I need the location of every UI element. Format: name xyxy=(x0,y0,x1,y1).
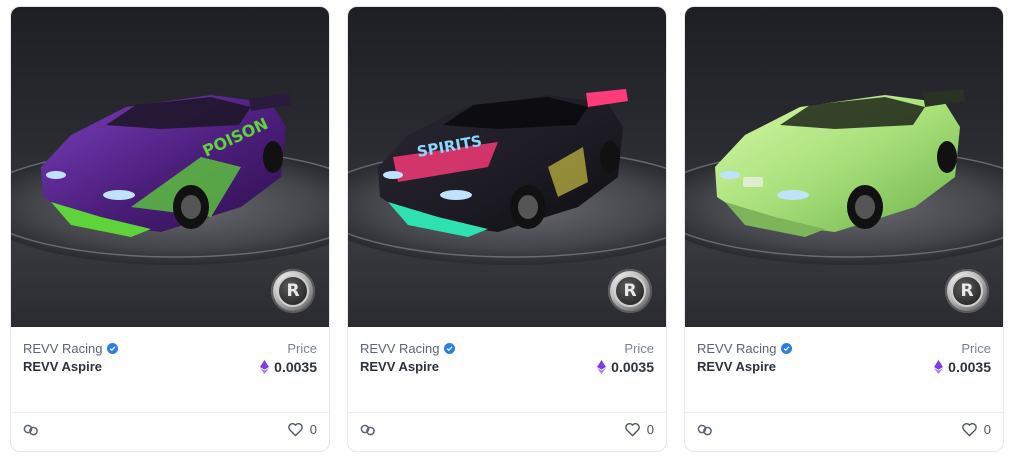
like-button[interactable]: 0 xyxy=(624,422,654,437)
collection-label[interactable]: REVV Racing xyxy=(23,341,102,356)
like-button[interactable]: 0 xyxy=(287,422,317,437)
nft-name[interactable]: REVV Aspire xyxy=(360,359,439,374)
card-footer: 0 xyxy=(348,411,666,451)
nft-image[interactable]: R xyxy=(685,7,1003,327)
nft-card[interactable]: R REVV Racing REVV Aspire Price 0.0035 0 xyxy=(684,6,1004,452)
heart-icon xyxy=(961,423,977,437)
nft-card[interactable]: SPIRITS R REVV Racing REVV Aspire Price … xyxy=(347,6,667,452)
collection-label[interactable]: REVV Racing xyxy=(697,341,776,356)
price-label: Price xyxy=(624,341,654,356)
revv-r-logo: R xyxy=(271,269,315,313)
card-footer: 0 xyxy=(11,411,329,451)
verified-check-icon xyxy=(781,343,793,354)
nft-image[interactable]: SPIRITS R xyxy=(348,7,666,327)
price-value: 0.0035 xyxy=(597,359,654,375)
price-label: Price xyxy=(961,341,991,356)
nft-image[interactable]: POISON R xyxy=(11,7,329,327)
card-footer: 0 xyxy=(685,411,1003,451)
price-amount: 0.0035 xyxy=(611,359,654,375)
collection-name[interactable]: REVV Racing xyxy=(23,341,119,356)
price-amount: 0.0035 xyxy=(274,359,317,375)
collection-label[interactable]: REVV Racing xyxy=(360,341,439,356)
card-info: REVV Racing REVV Aspire Price 0.0035 xyxy=(348,327,666,413)
link-chain-icon[interactable] xyxy=(697,423,713,437)
verified-check-icon xyxy=(107,343,119,354)
like-count: 0 xyxy=(646,422,654,437)
link-chain-icon[interactable] xyxy=(360,423,376,437)
revv-r-logo: R xyxy=(945,269,989,313)
collection-name[interactable]: REVV Racing xyxy=(360,341,456,356)
ethereum-icon xyxy=(260,360,270,374)
price-value: 0.0035 xyxy=(260,359,317,375)
nft-name[interactable]: REVV Aspire xyxy=(23,359,102,374)
ethereum-icon xyxy=(597,360,607,374)
heart-icon xyxy=(624,423,640,437)
verified-check-icon xyxy=(444,343,456,354)
revv-r-logo: R xyxy=(608,269,652,313)
nft-card[interactable]: POISON R REVV Racing REVV Aspire Price 0… xyxy=(10,6,330,452)
price-amount: 0.0035 xyxy=(948,359,991,375)
collection-name[interactable]: REVV Racing xyxy=(697,341,793,356)
heart-icon xyxy=(287,423,303,437)
nft-card-grid: POISON R REVV Racing REVV Aspire Price 0… xyxy=(10,6,1004,452)
like-count: 0 xyxy=(983,422,991,437)
nft-name[interactable]: REVV Aspire xyxy=(697,359,776,374)
price-label: Price xyxy=(287,341,317,356)
like-button[interactable]: 0 xyxy=(961,422,991,437)
card-info: REVV Racing REVV Aspire Price 0.0035 xyxy=(685,327,1003,413)
like-count: 0 xyxy=(309,422,317,437)
link-chain-icon[interactable] xyxy=(23,423,39,437)
price-value: 0.0035 xyxy=(934,359,991,375)
card-info: REVV Racing REVV Aspire Price 0.0035 xyxy=(11,327,329,413)
ethereum-icon xyxy=(934,360,944,374)
